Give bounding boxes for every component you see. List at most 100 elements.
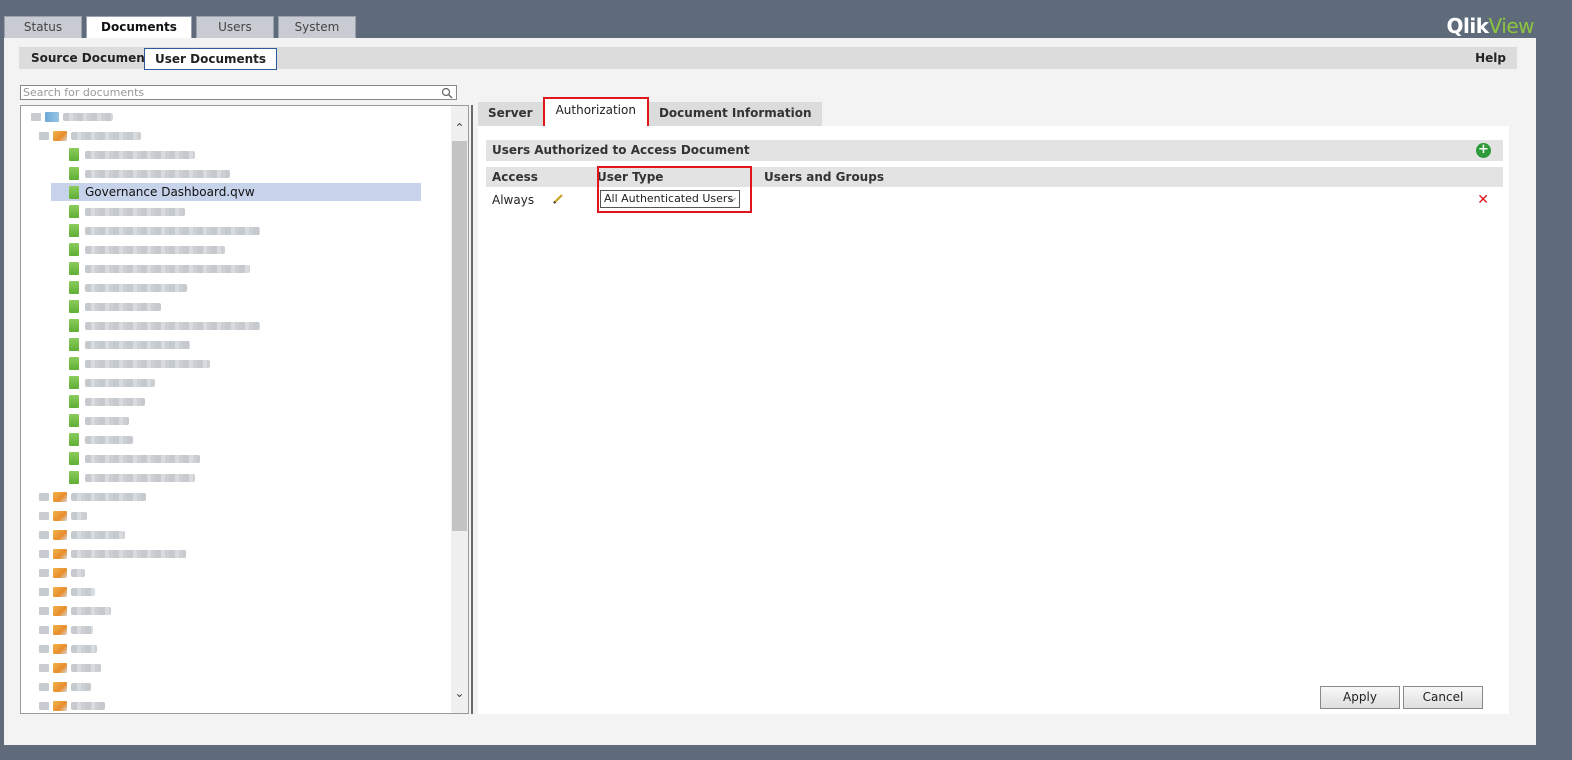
redacted-label <box>71 511 87 520</box>
redacted-label <box>71 625 93 634</box>
tree-document[interactable] <box>69 374 155 391</box>
expander-icon[interactable] <box>39 644 49 653</box>
user-type-select[interactable]: All Authenticated Users ⌵ <box>600 190 740 208</box>
expander-icon[interactable] <box>39 530 49 539</box>
folder-icon <box>53 624 67 635</box>
apply-button[interactable]: Apply <box>1320 686 1400 709</box>
tab-documents[interactable]: Documents <box>86 16 192 38</box>
scrollbar-thumb[interactable] <box>452 141 467 531</box>
tab-system[interactable]: System <box>277 16 356 38</box>
user-type-value: All Authenticated Users <box>604 192 734 205</box>
tree-document[interactable] <box>69 412 129 429</box>
tree-folder[interactable] <box>39 507 87 524</box>
tree-document[interactable] <box>69 146 195 163</box>
tree-folder[interactable] <box>39 545 186 562</box>
redacted-label <box>85 245 225 254</box>
selected-document-label: Governance Dashboard.qvw <box>85 185 255 199</box>
redacted-label <box>85 150 195 159</box>
tree-folder[interactable] <box>39 640 97 657</box>
expander-icon[interactable] <box>39 682 49 691</box>
redacted-label <box>71 606 111 615</box>
expander-icon[interactable] <box>39 492 49 501</box>
tree-folder[interactable] <box>39 488 146 505</box>
user-documents-tab[interactable]: User Documents <box>144 48 278 70</box>
expander-icon[interactable] <box>39 568 49 577</box>
tree-folder[interactable] <box>39 602 111 619</box>
tree-document[interactable] <box>69 355 210 372</box>
tree-folder[interactable] <box>39 564 85 581</box>
section-header: Users Authorized to Access Document + <box>486 140 1503 161</box>
folder-icon <box>53 510 67 521</box>
tab-server[interactable]: Server <box>478 102 543 126</box>
redacted-label <box>71 644 97 653</box>
document-icon <box>69 300 79 313</box>
redacted-label <box>85 207 185 216</box>
tree-folder[interactable] <box>39 697 105 713</box>
tree-folder[interactable] <box>39 127 141 144</box>
search-input[interactable]: Search for documents <box>20 85 457 100</box>
folder-icon <box>53 567 67 578</box>
expander-icon[interactable] <box>31 112 41 121</box>
add-icon[interactable]: + <box>1476 143 1491 158</box>
tree-root[interactable] <box>31 108 113 125</box>
folder-icon <box>53 491 67 502</box>
tree-document[interactable] <box>69 203 185 220</box>
expander-icon[interactable] <box>39 511 49 520</box>
section-title: Users Authorized to Access Document <box>492 143 750 157</box>
tree-folder[interactable] <box>39 621 93 638</box>
column-headers: Access User Type Users and Groups <box>486 167 1503 187</box>
tree-folder[interactable] <box>39 678 91 695</box>
tree-folder[interactable] <box>39 659 101 676</box>
chevron-up-icon[interactable]: ⌃ <box>451 118 468 138</box>
delete-icon[interactable]: ✕ <box>1477 193 1489 207</box>
expander-icon[interactable] <box>39 663 49 672</box>
document-icon <box>69 395 79 408</box>
document-icon <box>69 433 79 446</box>
search-placeholder: Search for documents <box>23 86 145 99</box>
tree-document[interactable] <box>69 336 190 353</box>
tree-document[interactable] <box>69 393 145 410</box>
tree-document-selected[interactable]: Governance Dashboard.qvw <box>51 183 421 201</box>
chevron-down-icon[interactable]: ⌄ <box>451 683 468 703</box>
tree-scrollbar[interactable]: ⌃ ⌄ <box>451 106 468 713</box>
expander-icon[interactable] <box>39 587 49 596</box>
cancel-button[interactable]: Cancel <box>1403 686 1483 709</box>
chevron-down-icon: ⌵ <box>727 192 736 205</box>
panel-divider[interactable] <box>471 105 473 714</box>
pencil-icon[interactable] <box>551 192 565 206</box>
tree-document[interactable] <box>69 241 225 258</box>
expander-icon[interactable] <box>39 131 49 140</box>
tab-status[interactable]: Status <box>4 16 82 38</box>
tree-folder[interactable] <box>39 583 95 600</box>
folder-icon <box>53 605 67 616</box>
tree-folder[interactable] <box>39 526 125 543</box>
folder-icon <box>53 529 67 540</box>
tree-document[interactable] <box>69 317 260 334</box>
redacted-label <box>63 112 113 121</box>
search-icon[interactable] <box>441 87 453 99</box>
redacted-label <box>71 682 91 691</box>
document-icon <box>69 319 79 332</box>
redacted-label <box>71 701 105 710</box>
document-icon <box>69 452 79 465</box>
redacted-label <box>85 264 250 273</box>
tree-document[interactable] <box>69 431 133 448</box>
help-link[interactable]: Help <box>1475 47 1506 69</box>
tab-document-information[interactable]: Document Information <box>648 102 822 126</box>
redacted-label <box>85 340 190 349</box>
tree-document[interactable] <box>69 260 250 277</box>
expander-icon[interactable] <box>39 606 49 615</box>
expander-icon[interactable] <box>39 701 49 710</box>
tree-document[interactable] <box>69 469 195 486</box>
expander-icon[interactable] <box>39 549 49 558</box>
tree-document[interactable] <box>69 222 260 239</box>
tree-document[interactable] <box>69 279 187 296</box>
folder-icon <box>53 130 67 141</box>
tree-document[interactable] <box>69 450 200 467</box>
tab-authorization[interactable]: Authorization <box>542 97 649 129</box>
tree-document[interactable] <box>69 165 230 182</box>
tree-document[interactable] <box>69 298 161 315</box>
expander-icon[interactable] <box>39 625 49 634</box>
document-icon <box>69 243 79 256</box>
tab-users[interactable]: Users <box>195 16 274 38</box>
